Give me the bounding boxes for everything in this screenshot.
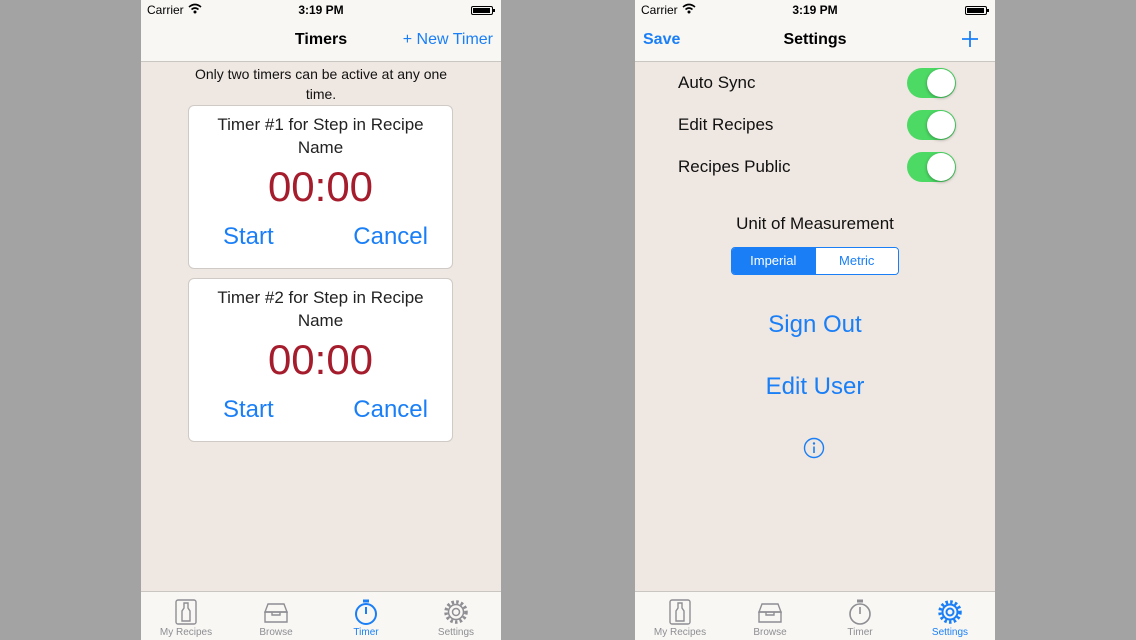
- page-title: Settings: [783, 31, 847, 48]
- tab-label: My Recipes: [653, 627, 707, 638]
- tab-settings[interactable]: Settings: [411, 592, 501, 640]
- stopwatch-icon: [355, 599, 377, 625]
- setting-row-edit-recipes: Edit Recipes: [678, 110, 958, 140]
- tab-bar: My Recipes Browse Timer Settings: [635, 591, 995, 640]
- tab-label: Browse: [259, 627, 293, 638]
- timers-screen: Carrier 3:19 PM Timers + New Timer Only …: [141, 0, 501, 640]
- info-icon[interactable]: [803, 437, 825, 459]
- gear-icon: [938, 600, 962, 624]
- tab-bar: My Recipes Browse Timer Settings: [141, 591, 501, 640]
- battery-icon: [471, 6, 495, 15]
- timer-display: 00:00: [267, 336, 374, 383]
- setting-label: Recipes Public: [678, 157, 791, 176]
- tab-my-recipes[interactable]: My Recipes: [141, 592, 231, 640]
- unit-of-measurement-label: Unit of Measurement: [736, 214, 894, 233]
- battery-icon: [965, 6, 989, 15]
- timer-card: Timer #1 for Step in Recipe Name 00:00 S…: [188, 105, 453, 269]
- nav-bar: Save Settings: [635, 20, 995, 62]
- status-bar: Carrier 3:19 PM: [141, 0, 501, 20]
- tab-label: Timer: [353, 627, 379, 638]
- tab-label: Timer: [847, 627, 873, 638]
- setting-label: Auto Sync: [678, 73, 756, 92]
- bottle-icon: [669, 599, 691, 625]
- timer-limit-message: Only two timers can be active at any one…: [194, 66, 448, 102]
- tab-browse[interactable]: Browse: [231, 592, 321, 640]
- start-button[interactable]: Start: [223, 223, 274, 251]
- setting-row-auto-sync: Auto Sync: [678, 68, 958, 98]
- timer-card: Timer #2 for Step in Recipe Name 00:00 S…: [188, 278, 453, 442]
- cancel-button[interactable]: Cancel: [353, 223, 428, 251]
- tab-timer[interactable]: Timer: [321, 592, 411, 640]
- segment-imperial[interactable]: Imperial: [732, 248, 815, 274]
- edit-user-button[interactable]: Edit User: [635, 373, 995, 401]
- setting-row-recipes-public: Recipes Public: [678, 152, 958, 182]
- sign-out-button[interactable]: Sign Out: [635, 311, 995, 339]
- status-time: 3:19 PM: [792, 3, 838, 17]
- status-time: 3:19 PM: [298, 3, 344, 17]
- bottle-icon: [175, 599, 197, 625]
- timer-title: Timer #2 for Step in Recipe Name: [217, 288, 424, 330]
- setting-label: Edit Recipes: [678, 115, 774, 134]
- tab-timer[interactable]: Timer: [815, 592, 905, 640]
- tab-label: Settings: [931, 627, 969, 638]
- tab-settings[interactable]: Settings: [905, 592, 995, 640]
- timer-title: Timer #1 for Step in Recipe Name: [217, 115, 424, 157]
- status-bar: Carrier 3:19 PM: [635, 0, 995, 20]
- gear-icon: [444, 600, 468, 624]
- tab-label: My Recipes: [159, 627, 213, 638]
- segment-metric[interactable]: Metric: [814, 248, 898, 274]
- cancel-button[interactable]: Cancel: [353, 396, 428, 424]
- tab-label: Settings: [437, 627, 475, 638]
- timer-display: 00:00: [267, 163, 374, 210]
- new-timer-button[interactable]: + New Timer: [403, 31, 493, 49]
- tab-browse[interactable]: Browse: [725, 592, 815, 640]
- drawer-icon: [757, 603, 783, 623]
- auto-sync-toggle[interactable]: [907, 68, 956, 98]
- tab-my-recipes[interactable]: My Recipes: [635, 592, 725, 640]
- nav-bar: Timers + New Timer: [141, 20, 501, 62]
- plus-icon[interactable]: [961, 30, 979, 48]
- recipes-public-toggle[interactable]: [907, 152, 956, 182]
- start-button[interactable]: Start: [223, 396, 274, 424]
- stopwatch-icon: [849, 599, 871, 625]
- edit-recipes-toggle[interactable]: [907, 110, 956, 140]
- tab-label: Browse: [753, 627, 787, 638]
- drawer-icon: [263, 603, 289, 623]
- settings-screen: Carrier 3:19 PM Save Settings Auto Sync …: [635, 0, 995, 640]
- unit-segmented-control: Imperial Metric: [731, 247, 899, 275]
